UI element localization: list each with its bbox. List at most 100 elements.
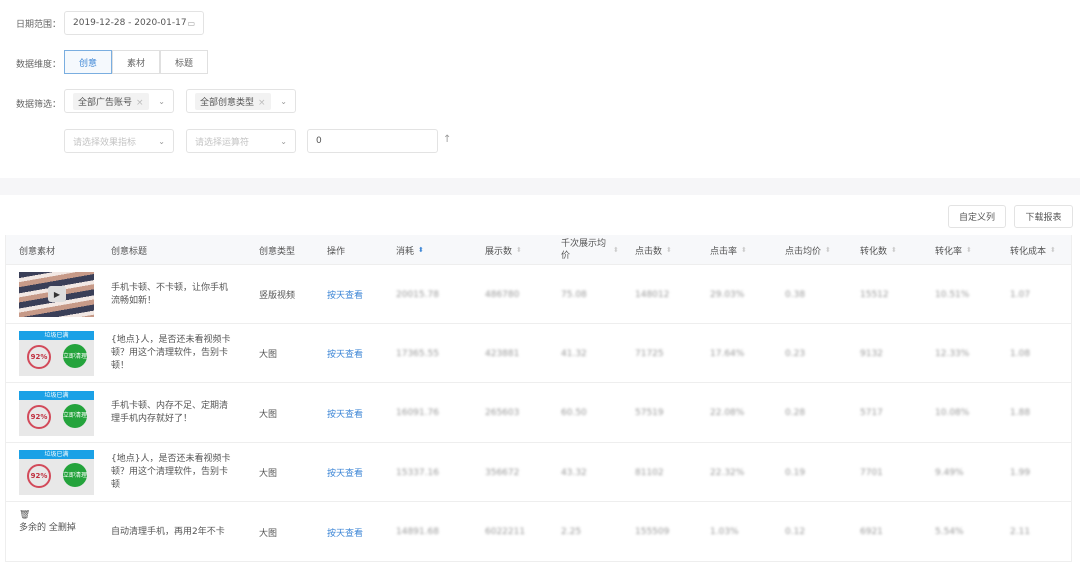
column-header[interactable]: 转化成本 ⬍ xyxy=(1010,235,1056,265)
view-by-day-link[interactable]: 按天查看 xyxy=(327,466,363,479)
view-by-day-link[interactable]: 按天查看 xyxy=(327,407,363,420)
column-header[interactable]: 消耗 ⬍ xyxy=(396,235,424,265)
metric-value: 75.08 xyxy=(561,289,587,300)
column-header[interactable]: 转化率 ⬍ xyxy=(935,235,972,265)
data-filter-label: 数据筛选： xyxy=(16,100,62,110)
dimension-segmented-control: 创意 素材 标题 xyxy=(64,50,209,74)
view-by-day-link[interactable]: 按天查看 xyxy=(327,288,363,301)
close-icon[interactable]: × xyxy=(136,98,144,108)
column-header-label: 转化数 xyxy=(860,246,888,257)
metric-value: 10.08% xyxy=(935,408,970,419)
column-header-label: 点击率 xyxy=(710,246,738,257)
creative-thumbnail[interactable]: ▶ xyxy=(19,272,94,317)
download-report-button[interactable]: 下载报表 xyxy=(1014,205,1073,228)
metric-value: 10.51% xyxy=(935,289,970,300)
type-tag-label: 全部创意类型 xyxy=(200,97,255,108)
account-tag-label: 全部广告账号 xyxy=(78,97,133,108)
table-row: 垃圾已满 92% 立即清理 {地点}人，是否还未看视频卡顿？用这个清理软件，告别卡顿 大… xyxy=(6,443,1071,503)
dimension-title[interactable]: 标题 xyxy=(160,50,209,74)
metric-value: 356672 xyxy=(485,467,520,478)
metric-value: 41.32 xyxy=(561,348,587,359)
column-header: 操作 xyxy=(327,235,345,265)
metric-value: 0.28 xyxy=(785,408,806,419)
metric-value: 1.03% xyxy=(710,527,739,538)
metric-value: 2.25 xyxy=(561,527,582,538)
sort-icon[interactable]: ⬍ xyxy=(966,246,972,254)
chevron-down-icon: ⌄ xyxy=(158,96,165,106)
creative-title: 自动清理手机，再用2年不卡 xyxy=(111,526,225,537)
date-range-value: 2019-12-28 - 2020-01-17 xyxy=(73,18,187,28)
value-input[interactable]: 0 xyxy=(307,129,438,153)
metric-value: 60.50 xyxy=(561,408,587,419)
column-header: 创意标题 xyxy=(111,235,147,265)
metric-value: 6022211 xyxy=(485,527,526,538)
play-icon[interactable]: ▶ xyxy=(48,286,66,302)
column-header-label: 点击均价 xyxy=(785,246,822,257)
column-header-label: 消耗 xyxy=(396,246,415,257)
chevron-down-icon: ⌄ xyxy=(158,136,165,146)
sort-icon[interactable]: ⬍ xyxy=(825,246,831,254)
metric-value: 9.49% xyxy=(935,467,964,478)
creative-type: 竖版视频 xyxy=(259,291,296,301)
view-by-day-link[interactable]: 按天查看 xyxy=(327,347,363,360)
chevron-down-icon: ⌄ xyxy=(280,136,287,146)
metric-value: 0.38 xyxy=(785,289,806,300)
sort-icon[interactable]: ⬍ xyxy=(418,246,424,254)
metric-value: 1.99 xyxy=(1010,467,1031,478)
metric-value: 148012 xyxy=(635,289,670,300)
value-text: 0 xyxy=(316,136,322,146)
view-by-day-link[interactable]: 按天查看 xyxy=(327,526,363,539)
sort-icon[interactable]: ⬍ xyxy=(891,246,897,254)
date-range-label: 日期范围： xyxy=(16,20,62,30)
metric-value: 14891.68 xyxy=(396,527,439,538)
sort-icon[interactable]: ⬍ xyxy=(1050,246,1056,254)
table-row: 垃圾已满 92% 立即清理 手机卡顿、内存不足、定期清理手机内存就好了！ 大图 按天查看 1… xyxy=(6,384,1071,443)
metric-value: 81102 xyxy=(635,467,664,478)
close-icon[interactable]: × xyxy=(258,98,266,108)
creative-thumbnail[interactable]: 垃圾已满 92% 立即清理 xyxy=(19,450,94,496)
metric-value: 9132 xyxy=(860,348,883,359)
metric-value: 16091.76 xyxy=(396,408,439,419)
custom-columns-button[interactable]: 自定义列 xyxy=(948,205,1006,228)
metric-select[interactable]: 请选择效果指标 ⌄ xyxy=(64,129,174,153)
column-header[interactable]: 点击率 ⬍ xyxy=(710,235,747,265)
column-header-label: 转化成本 xyxy=(1010,246,1047,257)
column-header[interactable]: 点击均价 ⬍ xyxy=(785,235,831,265)
column-header-label: 创意素材 xyxy=(19,246,56,257)
creative-thumbnail[interactable]: 🗑 多余的 全删掉 xyxy=(19,510,94,555)
date-range-picker[interactable]: 2019-12-28 - 2020-01-17 ▭ xyxy=(64,11,204,35)
metric-value: 57519 xyxy=(635,408,664,419)
column-header[interactable]: 转化数 ⬍ xyxy=(860,235,897,265)
operator-select[interactable]: 请选择运算符 ⌄ xyxy=(186,129,296,153)
dimension-creative[interactable]: 创意 xyxy=(64,50,113,74)
creative-type: 大图 xyxy=(259,528,278,539)
column-header[interactable]: 点击数 ⬍ xyxy=(635,235,672,265)
column-header[interactable]: 展示数 ⬍ xyxy=(485,235,522,265)
operator-placeholder: 请选择运算符 xyxy=(195,137,250,148)
column-header[interactable]: 千次展示均价 ⬍ xyxy=(561,235,619,265)
metric-value: 486780 xyxy=(485,289,520,300)
metric-value: 0.23 xyxy=(785,348,806,359)
metric-value: 5717 xyxy=(860,408,883,419)
account-tag: 全部广告账号 × xyxy=(73,92,149,110)
metric-value: 7701 xyxy=(860,467,883,478)
creative-type: 大图 xyxy=(259,409,278,420)
creative-thumbnail[interactable]: 垃圾已满 92% 立即清理 xyxy=(19,331,94,377)
sort-icon[interactable]: ⬍ xyxy=(516,246,522,254)
metric-value: 43.32 xyxy=(561,467,587,478)
thumb-percent: 92% xyxy=(27,464,51,489)
account-select[interactable]: 全部广告账号 × ⌄ xyxy=(64,89,174,113)
sort-icon[interactable]: ⬍ xyxy=(666,246,672,254)
type-tag: 全部创意类型 × xyxy=(195,92,271,110)
metric-value: 2.11 xyxy=(1010,527,1031,538)
creative-type-select[interactable]: 全部创意类型 × ⌄ xyxy=(186,89,296,113)
sort-icon[interactable]: ⬍ xyxy=(613,246,619,254)
table-row: 🗑 多余的 全删掉 自动清理手机，再用2年不卡 大图 按天查看 14891.68 60222… xyxy=(6,503,1071,562)
arrow-up-icon[interactable]: ↑ xyxy=(443,134,451,145)
creative-thumbnail[interactable]: 垃圾已满 92% 立即清理 xyxy=(19,390,94,436)
dimension-material[interactable]: 素材 xyxy=(112,50,161,74)
thumb-clean-button: 立即清理 xyxy=(63,403,87,428)
sort-icon[interactable]: ⬍ xyxy=(741,246,747,254)
chevron-down-icon: ⌄ xyxy=(280,96,287,106)
metric-value: 20015.78 xyxy=(396,289,439,300)
